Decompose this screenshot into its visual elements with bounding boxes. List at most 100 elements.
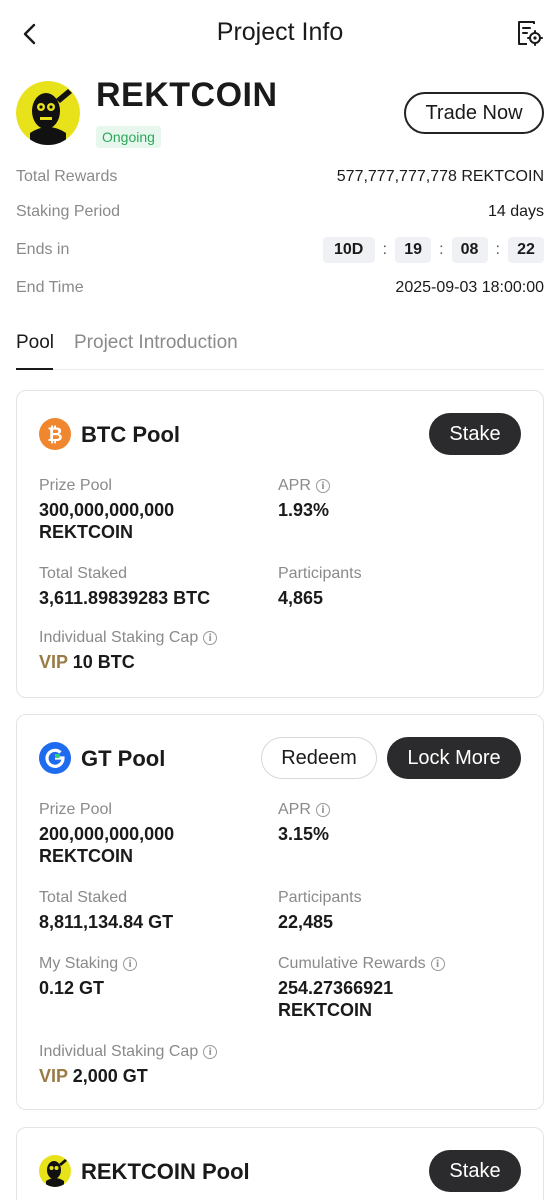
apr-label-wrap: APR i: [278, 475, 508, 497]
my-staking-label: My Staking: [39, 955, 119, 972]
cap-label: Individual Staking Cap: [39, 629, 199, 646]
countdown-separator: :: [495, 241, 500, 258]
tab-bar: Pool Project Introduction: [16, 330, 544, 370]
prize-pool-amount: 200,000,000,000: [39, 824, 175, 844]
gt-staking-cap: Individual Staking Cap i VIP 2,000 GT: [39, 1041, 339, 1087]
page-title: Project Info: [216, 18, 344, 46]
gatetoken-symbol-icon: [45, 748, 65, 768]
end-time-row: End Time 2025-09-03 18:00:00: [16, 275, 544, 301]
rektcoin-logo-image: [16, 81, 80, 145]
rektcoin-pool-card: REKTCOIN Pool Stake: [16, 1127, 544, 1200]
active-tab-indicator: [16, 368, 53, 370]
total-staked-label: Total Staked: [39, 889, 128, 906]
prize-pool-amount: 300,000,000,000: [39, 500, 175, 520]
countdown-hours: 19: [395, 237, 432, 263]
countdown-minutes: 08: [451, 237, 488, 263]
total-staked-value: 3,611.89839283 BTC: [39, 588, 211, 608]
btc-apr: APR i 1.93%: [278, 475, 508, 521]
info-icon[interactable]: i: [315, 803, 330, 817]
ends-in-label: Ends in: [16, 241, 70, 258]
btc-pool-card: ₿ BTC Pool Stake Prize Pool 300,000,000,…: [16, 390, 544, 698]
participants-label: Participants: [278, 889, 362, 906]
project-name: REKTCOIN: [96, 76, 278, 114]
participants-value: 22,485: [278, 912, 334, 932]
gt-prize-pool: Prize Pool 200,000,000,000 REKTCOIN: [39, 799, 269, 867]
btc-prize-pool: Prize Pool 300,000,000,000 REKTCOIN: [39, 475, 269, 543]
rektcoin-pool-icon: [39, 1155, 71, 1187]
countdown-separator: :: [382, 241, 388, 258]
vip-tag: VIP: [39, 1066, 68, 1086]
tab-pool[interactable]: Pool: [16, 332, 54, 354]
end-time-value: 2025-09-03 18:00:00: [395, 279, 544, 296]
total-rewards-value: 577,777,777,778 REKTCOIN: [336, 168, 544, 185]
staking-period-value: 14 days: [487, 203, 544, 220]
btc-staking-cap: Individual Staking Cap i VIP 10 BTC: [39, 627, 339, 673]
gt-lock-more-button[interactable]: Lock More: [387, 737, 521, 779]
cap-value: 2,000 GT: [72, 1066, 148, 1086]
countdown-separator: :: [439, 241, 444, 258]
my-staking-label-wrap: My Staking i: [39, 953, 269, 975]
total-rewards-label: Total Rewards: [16, 168, 118, 185]
btc-total-staked: Total Staked 3,611.89839283 BTC: [39, 563, 269, 609]
gt-my-staking: My Staking i 0.12 GT: [39, 953, 269, 999]
trade-now-button[interactable]: Trade Now: [404, 92, 544, 134]
staking-period-label: Staking Period: [16, 203, 121, 220]
apr-label: APR: [278, 801, 311, 818]
gt-total-staked: Total Staked 8,811,134.84 GT: [39, 887, 269, 933]
settings-button[interactable]: [512, 16, 546, 50]
rektcoin-pool-title: REKTCOIN Pool: [81, 1159, 250, 1184]
cap-label-wrap: Individual Staking Cap i: [39, 1041, 339, 1063]
total-staked-value: 8,811,134.84 GT: [39, 912, 174, 932]
info-icon[interactable]: i: [123, 957, 138, 971]
rektcoin-small-logo-icon: [46, 1159, 67, 1187]
gt-redeem-button[interactable]: Redeem: [261, 737, 377, 779]
countdown-timer: 10D : 19 : 08 : 22: [322, 237, 544, 263]
tab-project-introduction[interactable]: Project Introduction: [74, 332, 238, 354]
info-icon[interactable]: i: [203, 1045, 218, 1059]
btc-pool-title: BTC Pool: [81, 422, 180, 447]
countdown-seconds: 22: [508, 237, 544, 263]
ends-in-row: Ends in 10D : 19 : 08 : 22: [16, 237, 544, 263]
participants-label: Participants: [278, 565, 362, 582]
rektcoin-stake-button[interactable]: Stake: [429, 1150, 521, 1192]
btc-participants: Participants 4,865: [278, 563, 508, 609]
cumulative-rewards-label: Cumulative Rewards: [278, 955, 426, 972]
apr-label: APR: [278, 477, 311, 494]
cap-value-wrap: VIP 2,000 GT: [39, 1065, 339, 1087]
cap-label-wrap: Individual Staking Cap i: [39, 627, 339, 649]
end-time-label: End Time: [16, 279, 84, 296]
btc-stake-button[interactable]: Stake: [429, 413, 521, 455]
info-icon[interactable]: i: [203, 631, 218, 645]
gt-participants: Participants 22,485: [278, 887, 508, 933]
prize-pool-unit: REKTCOIN: [39, 846, 133, 866]
info-icon[interactable]: i: [315, 479, 330, 493]
gt-apr: APR i 3.15%: [278, 799, 508, 845]
staking-period-row: Staking Period 14 days: [16, 199, 544, 225]
gt-pool-card: GT Pool Redeem Lock More Prize Pool 200,…: [16, 714, 544, 1110]
total-staked-label: Total Staked: [39, 565, 128, 582]
gt-icon: [39, 742, 71, 774]
apr-value: 1.93%: [278, 500, 330, 520]
prize-pool-unit: REKTCOIN: [39, 522, 133, 542]
gt-cumulative-rewards: Cumulative Rewards i 254.27366921 REKTCO…: [278, 953, 528, 1021]
prize-pool-label: Prize Pool: [39, 477, 112, 494]
apr-value: 3.15%: [278, 824, 330, 844]
rektcoin-logo: [16, 81, 80, 145]
btc-icon: ₿: [39, 418, 71, 450]
total-rewards-row: Total Rewards 577,777,777,778 REKTCOIN: [16, 164, 544, 190]
info-icon[interactable]: i: [430, 957, 445, 971]
apr-label-wrap: APR i: [278, 799, 508, 821]
vip-tag: VIP: [39, 652, 68, 672]
gt-pool-title: GT Pool: [81, 746, 166, 771]
document-gear-icon: [518, 21, 543, 46]
bitcoin-symbol-icon: ₿: [47, 424, 62, 446]
participants-value: 4,865: [278, 588, 324, 608]
prize-pool-label: Prize Pool: [39, 801, 112, 818]
status-badge: Ongoing: [96, 126, 161, 148]
my-staking-value: 0.12 GT: [39, 978, 105, 998]
svg-text:₿: ₿: [47, 424, 62, 446]
cap-value-wrap: VIP 10 BTC: [39, 651, 339, 673]
cumulative-label-wrap: Cumulative Rewards i: [278, 953, 528, 975]
cumulative-rewards-unit: REKTCOIN: [278, 1000, 372, 1020]
cumulative-rewards-amount: 254.27366921: [278, 978, 394, 998]
